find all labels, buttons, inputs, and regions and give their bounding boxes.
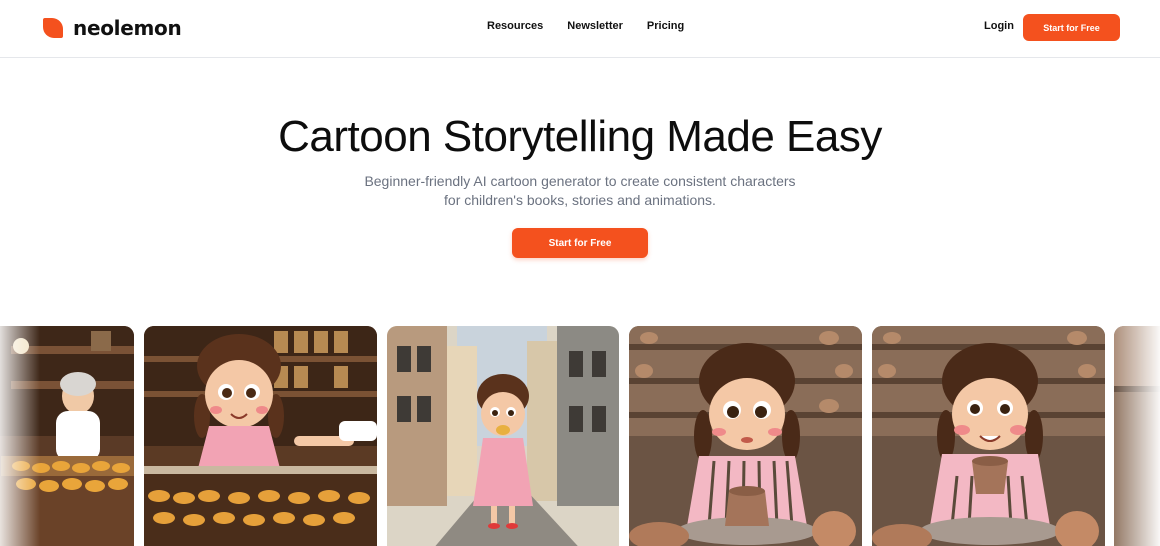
nav-item-newsletter[interactable]: Newsletter <box>567 20 623 32</box>
nav-item-pricing[interactable]: Pricing <box>647 20 684 32</box>
gallery-image-girl-bakery-counter[interactable] <box>144 326 377 546</box>
girl-holding-cup-image <box>872 326 1105 546</box>
main-nav: Resources Newsletter Pricing <box>487 20 684 32</box>
gallery-fade-left <box>0 326 40 546</box>
header-start-free-button[interactable]: Start for Free <box>1023 14 1120 41</box>
gallery-fade-right <box>1110 326 1160 546</box>
hero-title: Cartoon Storytelling Made Easy <box>278 112 882 161</box>
logo-leaf-icon <box>43 18 63 38</box>
login-link[interactable]: Login <box>984 20 1014 32</box>
gallery-image-girl-street-eating[interactable] <box>387 326 619 546</box>
brand-name: neolemon <box>73 16 182 40</box>
gallery-image-girl-pottery-wheel[interactable] <box>629 326 862 546</box>
hero-subtitle-line-1: Beginner-friendly AI cartoon generator t… <box>364 173 796 189</box>
gallery-image-girl-holding-cup[interactable] <box>872 326 1105 546</box>
image-gallery <box>0 326 1160 546</box>
nav-item-resources[interactable]: Resources <box>487 20 543 32</box>
brand-logo[interactable]: neolemon <box>43 16 182 40</box>
hero-subtitle: Beginner-friendly AI cartoon generator t… <box>0 172 1160 210</box>
site-header: neolemon Resources Newsletter Pricing Lo… <box>0 0 1160 58</box>
hero-subtitle-line-2: for children's books, stories and animat… <box>444 192 716 208</box>
girl-pottery-wheel-image <box>629 326 862 546</box>
girl-street-eating-image <box>387 326 619 546</box>
girl-bakery-counter-image <box>144 326 377 546</box>
hero-start-free-button[interactable]: Start for Free <box>512 228 648 258</box>
